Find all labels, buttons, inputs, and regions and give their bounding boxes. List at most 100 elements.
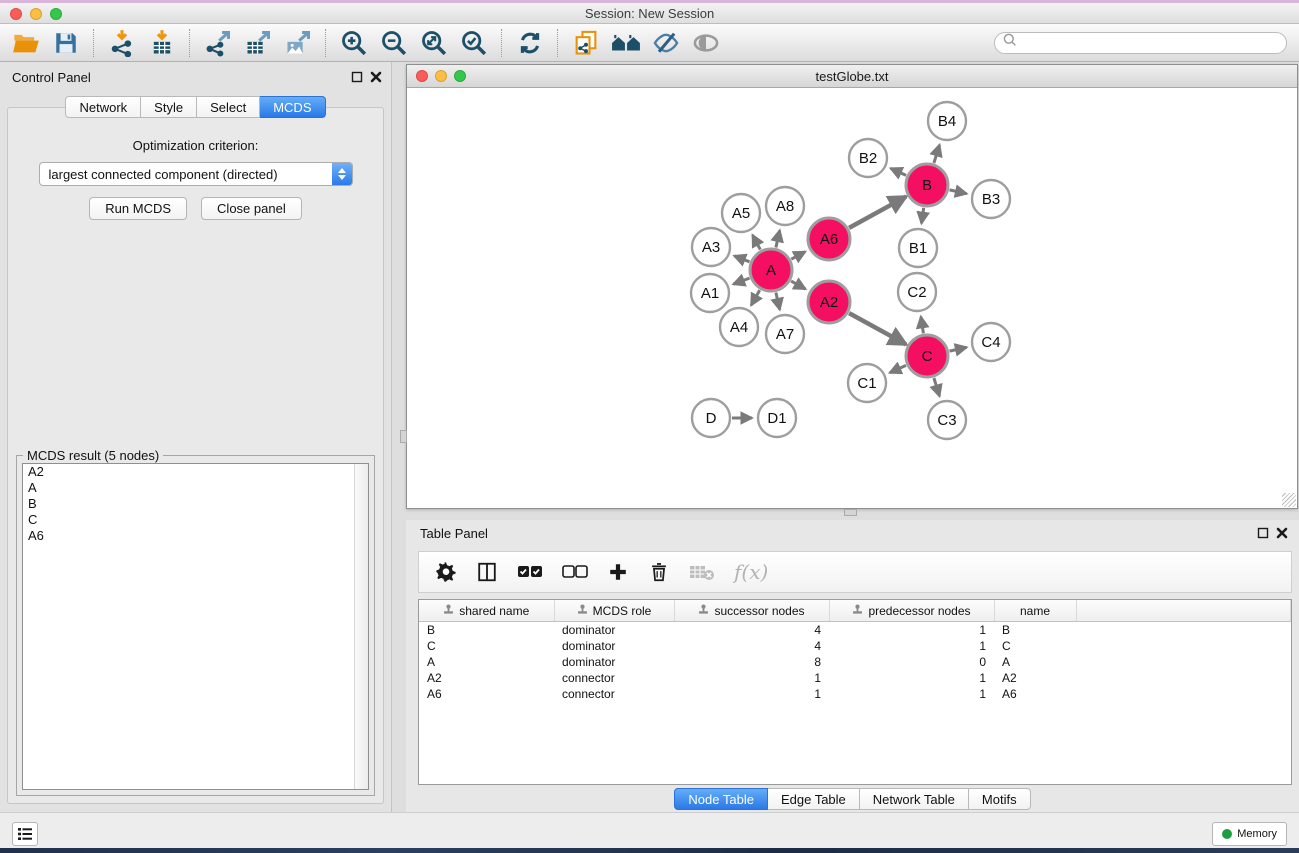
table-cell[interactable]: A2 [419, 670, 554, 686]
table-cell[interactable]: 4 [674, 638, 829, 654]
graph-edge-B-B4[interactable] [934, 145, 940, 163]
table-row[interactable]: A2connector11A2 [419, 670, 1291, 686]
splitpane-handle[interactable] [844, 509, 857, 516]
search-input[interactable] [994, 32, 1287, 54]
graph-edge-B-B2[interactable] [891, 168, 906, 175]
table-cell[interactable]: 4 [674, 622, 829, 639]
mcds-result-item[interactable]: A2 [23, 464, 368, 480]
memory-button[interactable]: Memory [1212, 822, 1287, 846]
save-session-icon[interactable] [51, 28, 81, 58]
graph-edge-B-B3[interactable] [950, 190, 967, 194]
zoom-out-icon[interactable] [379, 28, 409, 58]
table-cell[interactable]: A [994, 654, 1076, 670]
table-cell[interactable]: B [994, 622, 1076, 639]
table-cell[interactable]: connector [554, 670, 674, 686]
delete-column-icon[interactable] [648, 561, 670, 583]
table-cell[interactable]: C [994, 638, 1076, 654]
scrollbar[interactable] [354, 464, 368, 789]
tab-node-table[interactable]: Node Table [674, 788, 768, 810]
import-table-icon[interactable] [147, 28, 177, 58]
show-graphics-details-icon[interactable] [691, 28, 721, 58]
criterion-select[interactable]: largest connected component (directed) [39, 162, 353, 186]
graph-edge-A-A7[interactable] [776, 293, 780, 310]
graph-edge-A-A1[interactable] [733, 278, 749, 284]
table-cell[interactable]: C [419, 638, 554, 654]
network-from-selection-icon[interactable] [571, 28, 601, 58]
unselect-all-columns-icon[interactable] [562, 563, 588, 581]
resize-grip-icon[interactable] [1282, 493, 1296, 507]
table-cell[interactable]: dominator [554, 638, 674, 654]
table-cell[interactable]: A6 [419, 686, 554, 702]
close-panel-button[interactable]: Close panel [201, 197, 302, 220]
table-cell[interactable]: 1 [829, 670, 994, 686]
tab-mcds[interactable]: MCDS [260, 96, 325, 118]
mcds-result-item[interactable]: A [23, 480, 368, 496]
tab-edge-table[interactable]: Edge Table [768, 788, 860, 810]
graph-edge-A-A3[interactable] [734, 256, 749, 262]
tab-style[interactable]: Style [141, 96, 197, 118]
home-icon[interactable] [611, 28, 641, 58]
table-cell[interactable]: 1 [674, 670, 829, 686]
open-file-icon[interactable] [11, 28, 41, 58]
graph-edge-B-B1[interactable] [922, 208, 924, 224]
table-cell[interactable]: 8 [674, 654, 829, 670]
column-header-name[interactable]: name [994, 600, 1076, 622]
network-window-titlebar[interactable]: testGlobe.txt [407, 65, 1297, 88]
graph-edge-C-C1[interactable] [890, 365, 906, 372]
tab-select[interactable]: Select [197, 96, 260, 118]
table-cell[interactable]: dominator [554, 622, 674, 639]
graph-edge-C-C4[interactable] [950, 347, 967, 351]
column-header-predecessor-nodes[interactable]: predecessor nodes [829, 600, 994, 622]
table-row[interactable]: Adominator80A [419, 654, 1291, 670]
float-table-panel-icon[interactable] [1256, 526, 1270, 540]
float-panel-icon[interactable] [350, 70, 364, 84]
table-cell[interactable]: A6 [994, 686, 1076, 702]
table-row[interactable]: Cdominator41C [419, 638, 1291, 654]
table-cell[interactable]: 0 [829, 654, 994, 670]
zoom-fit-icon[interactable] [419, 28, 449, 58]
node-table[interactable]: shared nameMCDS rolesuccessor nodesprede… [418, 599, 1292, 785]
table-cell[interactable]: 1 [829, 638, 994, 654]
graph-edge-A-A2[interactable] [791, 281, 805, 289]
tab-network[interactable]: Network [65, 96, 141, 118]
table-cell[interactable]: A2 [994, 670, 1076, 686]
refresh-icon[interactable] [515, 28, 545, 58]
graph-edge-A2-C[interactable] [849, 313, 906, 344]
export-image-icon[interactable] [283, 28, 313, 58]
table-row[interactable]: A6connector11A6 [419, 686, 1291, 702]
graph-edge-C-C2[interactable] [921, 317, 924, 334]
table-cell[interactable]: 1 [829, 622, 994, 639]
table-cell[interactable]: connector [554, 686, 674, 702]
select-all-columns-icon[interactable] [517, 563, 543, 581]
table-cell[interactable]: A [419, 654, 554, 670]
table-cell[interactable]: dominator [554, 654, 674, 670]
column-header-successor-nodes[interactable]: successor nodes [674, 600, 829, 622]
search-field[interactable] [1018, 35, 1286, 51]
task-history-button[interactable] [12, 822, 38, 846]
table-cell[interactable]: 1 [829, 686, 994, 702]
tab-motifs[interactable]: Motifs [969, 788, 1031, 810]
mcds-result-item[interactable]: A6 [23, 528, 368, 544]
mcds-result-item[interactable]: B [23, 496, 368, 512]
table-cell[interactable]: B [419, 622, 554, 639]
add-column-icon[interactable] [607, 561, 629, 583]
mcds-result-item[interactable]: C [23, 512, 368, 528]
graph-edge-A-A4[interactable] [751, 290, 760, 305]
graph-edge-C-C3[interactable] [934, 378, 940, 396]
import-network-icon[interactable] [107, 28, 137, 58]
columns-icon[interactable] [476, 561, 498, 583]
gear-icon[interactable] [435, 561, 457, 583]
zoom-in-icon[interactable] [339, 28, 369, 58]
table-row[interactable]: Bdominator41B [419, 622, 1291, 639]
tab-network-table[interactable]: Network Table [860, 788, 969, 810]
export-network-icon[interactable] [203, 28, 233, 58]
column-header-shared-name[interactable]: shared name [419, 600, 554, 622]
network-canvas[interactable]: AA1A2A3A4A5A6A7A8BB1B2B3B4CC1C2C3C4DD1 [407, 88, 1297, 508]
zoom-selected-icon[interactable] [459, 28, 489, 58]
export-table-icon[interactable] [243, 28, 273, 58]
graph-edge-A-A6[interactable] [791, 252, 805, 260]
table-header-row[interactable]: shared nameMCDS rolesuccessor nodesprede… [419, 600, 1291, 622]
mcds-result-list[interactable]: A2ABCA6 [22, 463, 369, 790]
network-graph[interactable]: AA1A2A3A4A5A6A7A8BB1B2B3B4CC1C2C3C4DD1 [407, 88, 1297, 508]
run-mcds-button[interactable]: Run MCDS [89, 197, 187, 220]
